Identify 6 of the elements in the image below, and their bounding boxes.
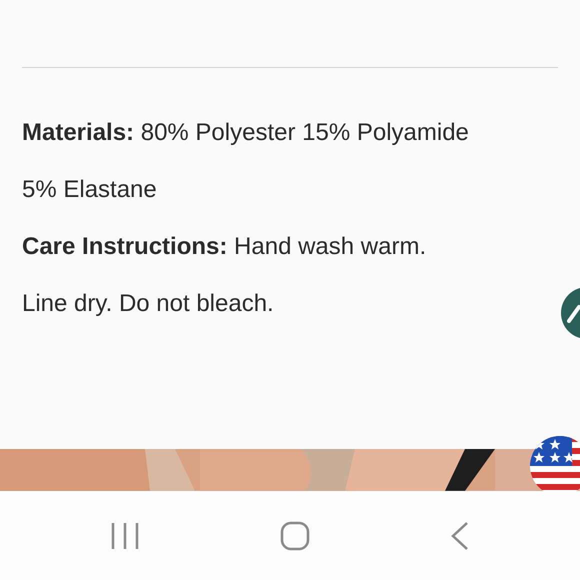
detail-text: Materials: 80% Polyester 15% Polyamide 5% Elastane — [22, 118, 470, 205]
detail-text: Care Instructions: Hand wash warm. Line dry. Do not bleach. — [22, 232, 428, 319]
back-icon[interactable] — [450, 520, 470, 551]
recent-apps-icon[interactable] — [110, 522, 140, 550]
home-icon[interactable] — [280, 520, 310, 551]
pencil-icon — [567, 303, 580, 323]
